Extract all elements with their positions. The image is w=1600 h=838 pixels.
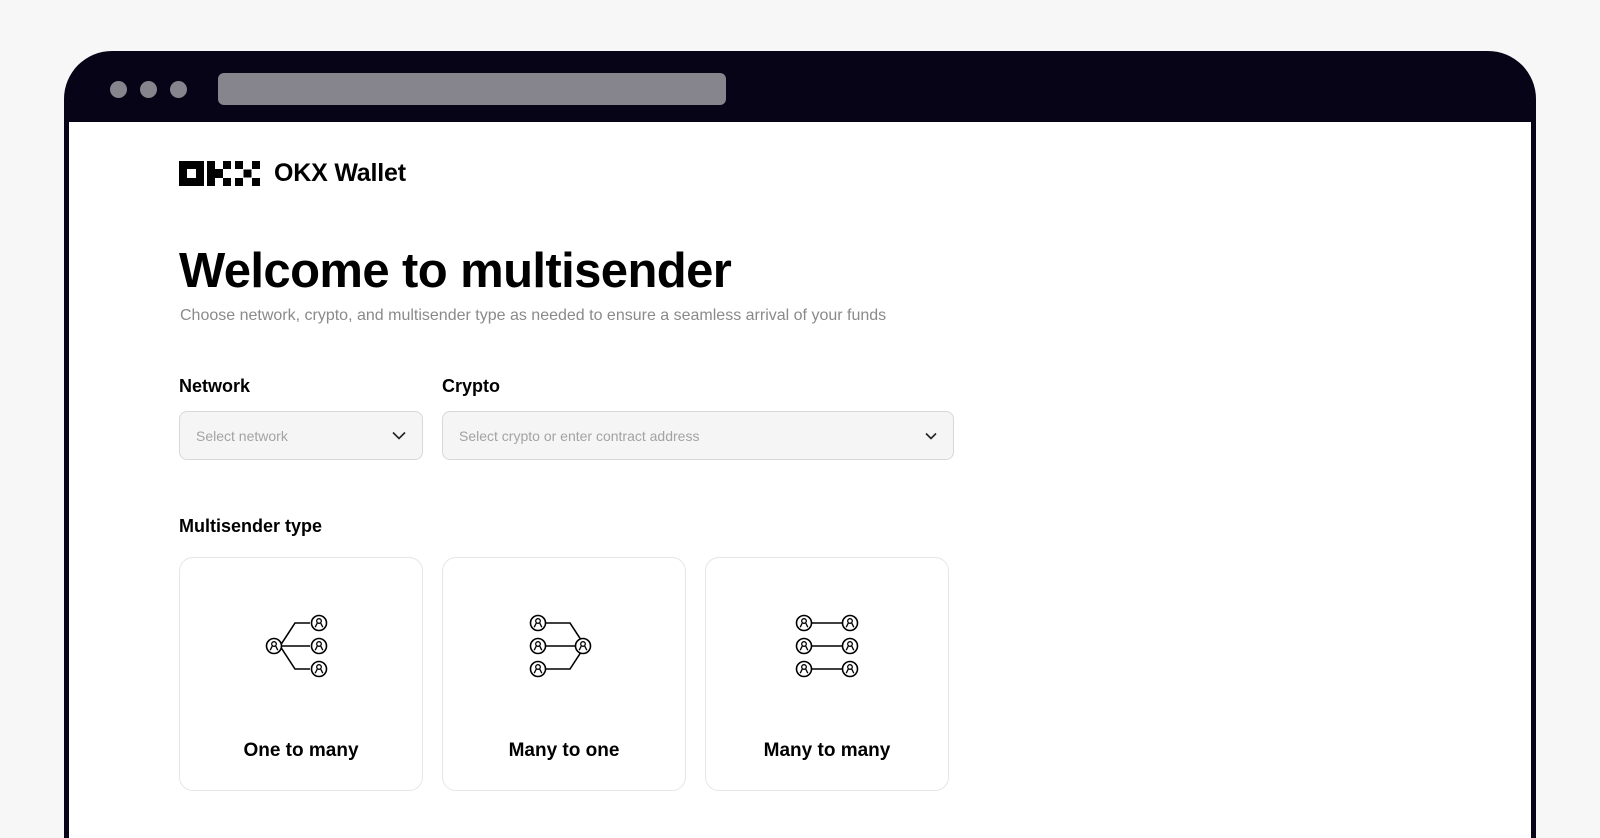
okx-logo-icon [179, 160, 260, 186]
chevron-down-icon [392, 431, 406, 440]
many-to-one-icon [529, 614, 592, 678]
one-to-many-card[interactable]: One to many [179, 557, 423, 791]
page-subtitle: Choose network, crypto, and multisender … [180, 307, 887, 324]
one-to-many-label: One to many [243, 740, 359, 761]
screen-background: OKX Wallet Welcome to multisender Choose… [0, 0, 1600, 838]
okx-wallet-logo[interactable]: OKX Wallet [179, 158, 406, 187]
address-bar[interactable] [218, 73, 726, 105]
browser-window: OKX Wallet Welcome to multisender Choose… [64, 51, 1536, 838]
many-to-many-card[interactable]: Many to many [705, 557, 949, 791]
browser-titlebar [64, 51, 1536, 122]
many-to-many-label: Many to many [763, 740, 891, 761]
page-viewport: OKX Wallet Welcome to multisender Choose… [69, 122, 1531, 838]
network-select[interactable]: Select network [179, 411, 423, 460]
crypto-placeholder: Select crypto or enter contract address [459, 427, 700, 444]
many-to-one-label: Many to one [508, 740, 620, 761]
many-to-many-icon [795, 614, 859, 678]
multisender-type-label: Multisender type [179, 516, 323, 536]
logo-text: OKX Wallet [274, 158, 406, 187]
many-to-one-card[interactable]: Many to one [442, 557, 686, 791]
one-to-many-icon [265, 614, 328, 678]
chevron-down-icon [925, 432, 937, 440]
page-title: Welcome to multisender [179, 244, 732, 298]
window-control-dot[interactable] [110, 81, 127, 98]
crypto-label: Crypto [442, 376, 500, 396]
window-control-dot[interactable] [140, 81, 157, 98]
network-label: Network [179, 376, 251, 396]
network-placeholder: Select network [196, 427, 288, 444]
crypto-select[interactable]: Select crypto or enter contract address [442, 411, 954, 460]
window-control-dot[interactable] [170, 81, 187, 98]
